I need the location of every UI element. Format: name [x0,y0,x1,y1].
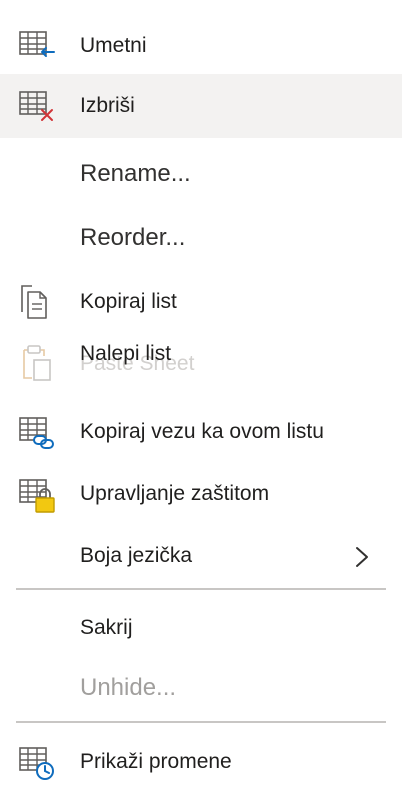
menu-item-label: Sakrij [80,616,133,639]
menu-item-copy-sheet[interactable]: Kopiraj list [0,270,402,334]
paste-sheet-icon [18,344,58,384]
menu-item-label: Umetni [80,34,147,57]
menu-item-label: Izbriši [80,94,135,117]
link-sheet-icon [18,414,58,454]
menu-item-insert[interactable]: Umetni [0,14,402,78]
menu-item-reorder[interactable]: Reorder... [0,206,402,270]
chevron-right-icon [354,546,370,568]
delete-sheet-icon [18,88,58,128]
menu-item-copy-link[interactable]: Kopiraj vezu ka ovom listu [0,400,402,464]
menu-item-show-changes[interactable]: Prikaži promene [0,730,402,794]
menu-separator [16,721,386,723]
menu-item-manage-protection[interactable]: Upravljanje zaštitom [0,462,402,526]
menu-item-rename[interactable]: Rename... [0,142,402,206]
show-changes-icon [18,744,58,784]
menu-item-label: Unhide... [80,674,177,701]
menu-item-label: Rename... [80,160,191,187]
menu-item-label: Prikaži promene [80,750,232,773]
menu-item-label: Reorder... [80,224,186,251]
menu-separator [16,588,386,590]
menu-item-label: Boja jezička [80,544,193,567]
menu-item-tab-color[interactable]: Boja jezička [0,524,402,588]
menu-item-paste-sheet[interactable]: Nalepi list [0,326,402,390]
menu-item-unhide: Unhide... [0,656,402,720]
copy-sheet-icon [18,284,58,324]
menu-item-label: Upravljanje zaštitom [80,482,270,505]
menu-item-label: Kopiraj vezu ka ovom listu [80,420,324,443]
insert-sheet-icon [18,28,58,68]
menu-item-delete[interactable]: Izbriši [0,74,402,138]
menu-item-label: Nalepi list [80,342,172,365]
protect-sheet-icon [18,476,58,516]
sheet-context-menu: Umetni Izbriši Rename... Reorder... Kopi… [0,0,402,790]
menu-item-hide[interactable]: Sakrij [0,596,402,660]
